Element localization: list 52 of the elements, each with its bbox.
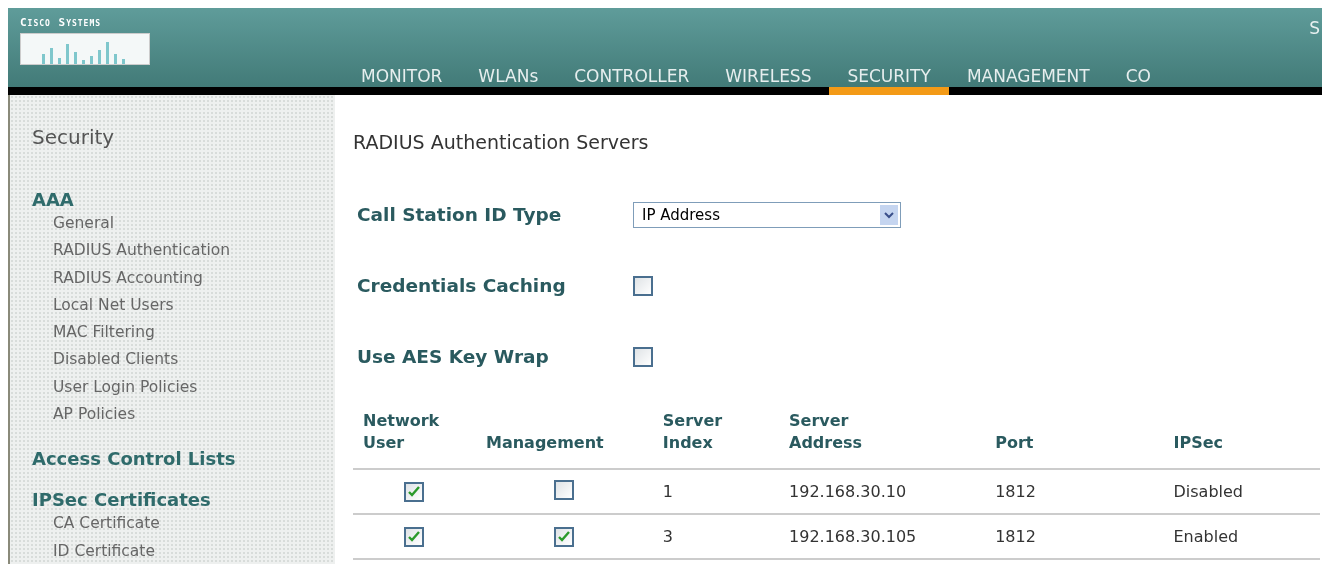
sidebar-item[interactable]: CA Certificate — [32, 510, 160, 538]
table-cell: 3 — [662, 527, 673, 546]
check-icon — [408, 486, 421, 497]
nav-tab[interactable]: CONTROLLER — [556, 65, 708, 95]
table-cell: 192.168.30.10 — [789, 482, 907, 501]
sidebar-section[interactable]: IPSec Certificates — [32, 489, 211, 511]
column-header: IPSec — [1173, 432, 1224, 454]
logo-icon — [20, 33, 150, 65]
sidebar-item[interactable]: Disabled Clients — [32, 346, 179, 374]
nav-tab[interactable]: WIRELESS — [707, 65, 830, 95]
column-header: Management — [485, 432, 604, 454]
field-label: Call Station ID Type — [357, 204, 563, 225]
checkbox[interactable] — [633, 275, 653, 296]
checkbox[interactable] — [554, 479, 575, 500]
brand-name: Cisco Systems — [20, 16, 103, 29]
sidebar-item[interactable]: RADIUS Accounting — [32, 264, 203, 292]
nav-tab[interactable]: WLANs — [460, 65, 557, 95]
check-icon — [408, 531, 421, 542]
dropdown[interactable]: IP Address — [633, 201, 901, 228]
column-header: Server Address — [789, 410, 863, 454]
check-icon — [558, 531, 571, 542]
table-cell: 1812 — [995, 527, 1036, 546]
nav-tab[interactable]: SECURITY — [829, 65, 949, 95]
table-cell: 1812 — [995, 482, 1036, 501]
field-label: Credentials Caching — [357, 275, 567, 296]
sidebar-item[interactable]: AP Policies — [32, 401, 136, 429]
table-cell: Disabled — [1173, 482, 1243, 501]
sidebar-item[interactable]: ID Certificate — [32, 537, 155, 564]
column-header: Network User — [363, 410, 440, 454]
checkbox[interactable] — [404, 481, 425, 502]
sidebar-item[interactable]: Local Net Users — [32, 291, 174, 320]
user-text: S — [1309, 18, 1320, 38]
nav-tab[interactable]: CO — [1107, 65, 1169, 95]
sidebar-item[interactable]: RADIUS Authentication — [32, 237, 231, 265]
checkbox[interactable] — [554, 526, 575, 547]
nav-tab[interactable]: MANAGEMENT — [948, 65, 1108, 95]
checkbox[interactable] — [633, 346, 653, 367]
sidebar-title: Security — [32, 125, 116, 149]
sidebar-section[interactable]: AAA — [32, 189, 74, 210]
sidebar-item[interactable]: MAC Filtering — [32, 319, 155, 347]
column-header: Server Index — [662, 410, 723, 454]
table-cell: Enabled — [1173, 527, 1239, 546]
table-cell: 192.168.30.105 — [789, 527, 917, 546]
sidebar-item[interactable]: General — [32, 210, 115, 238]
page-title: RADIUS Authentication Servers — [353, 131, 650, 153]
checkbox[interactable] — [404, 526, 425, 547]
nav-tab[interactable]: MONITOR — [343, 65, 461, 95]
sidebar-item[interactable]: User Login Policies — [32, 373, 198, 402]
table-cell: 1 — [662, 482, 673, 501]
column-header: Port — [995, 432, 1034, 454]
sidebar-section[interactable]: Access Control Lists — [32, 448, 236, 470]
field-label: Use AES Key Wrap — [357, 346, 550, 367]
